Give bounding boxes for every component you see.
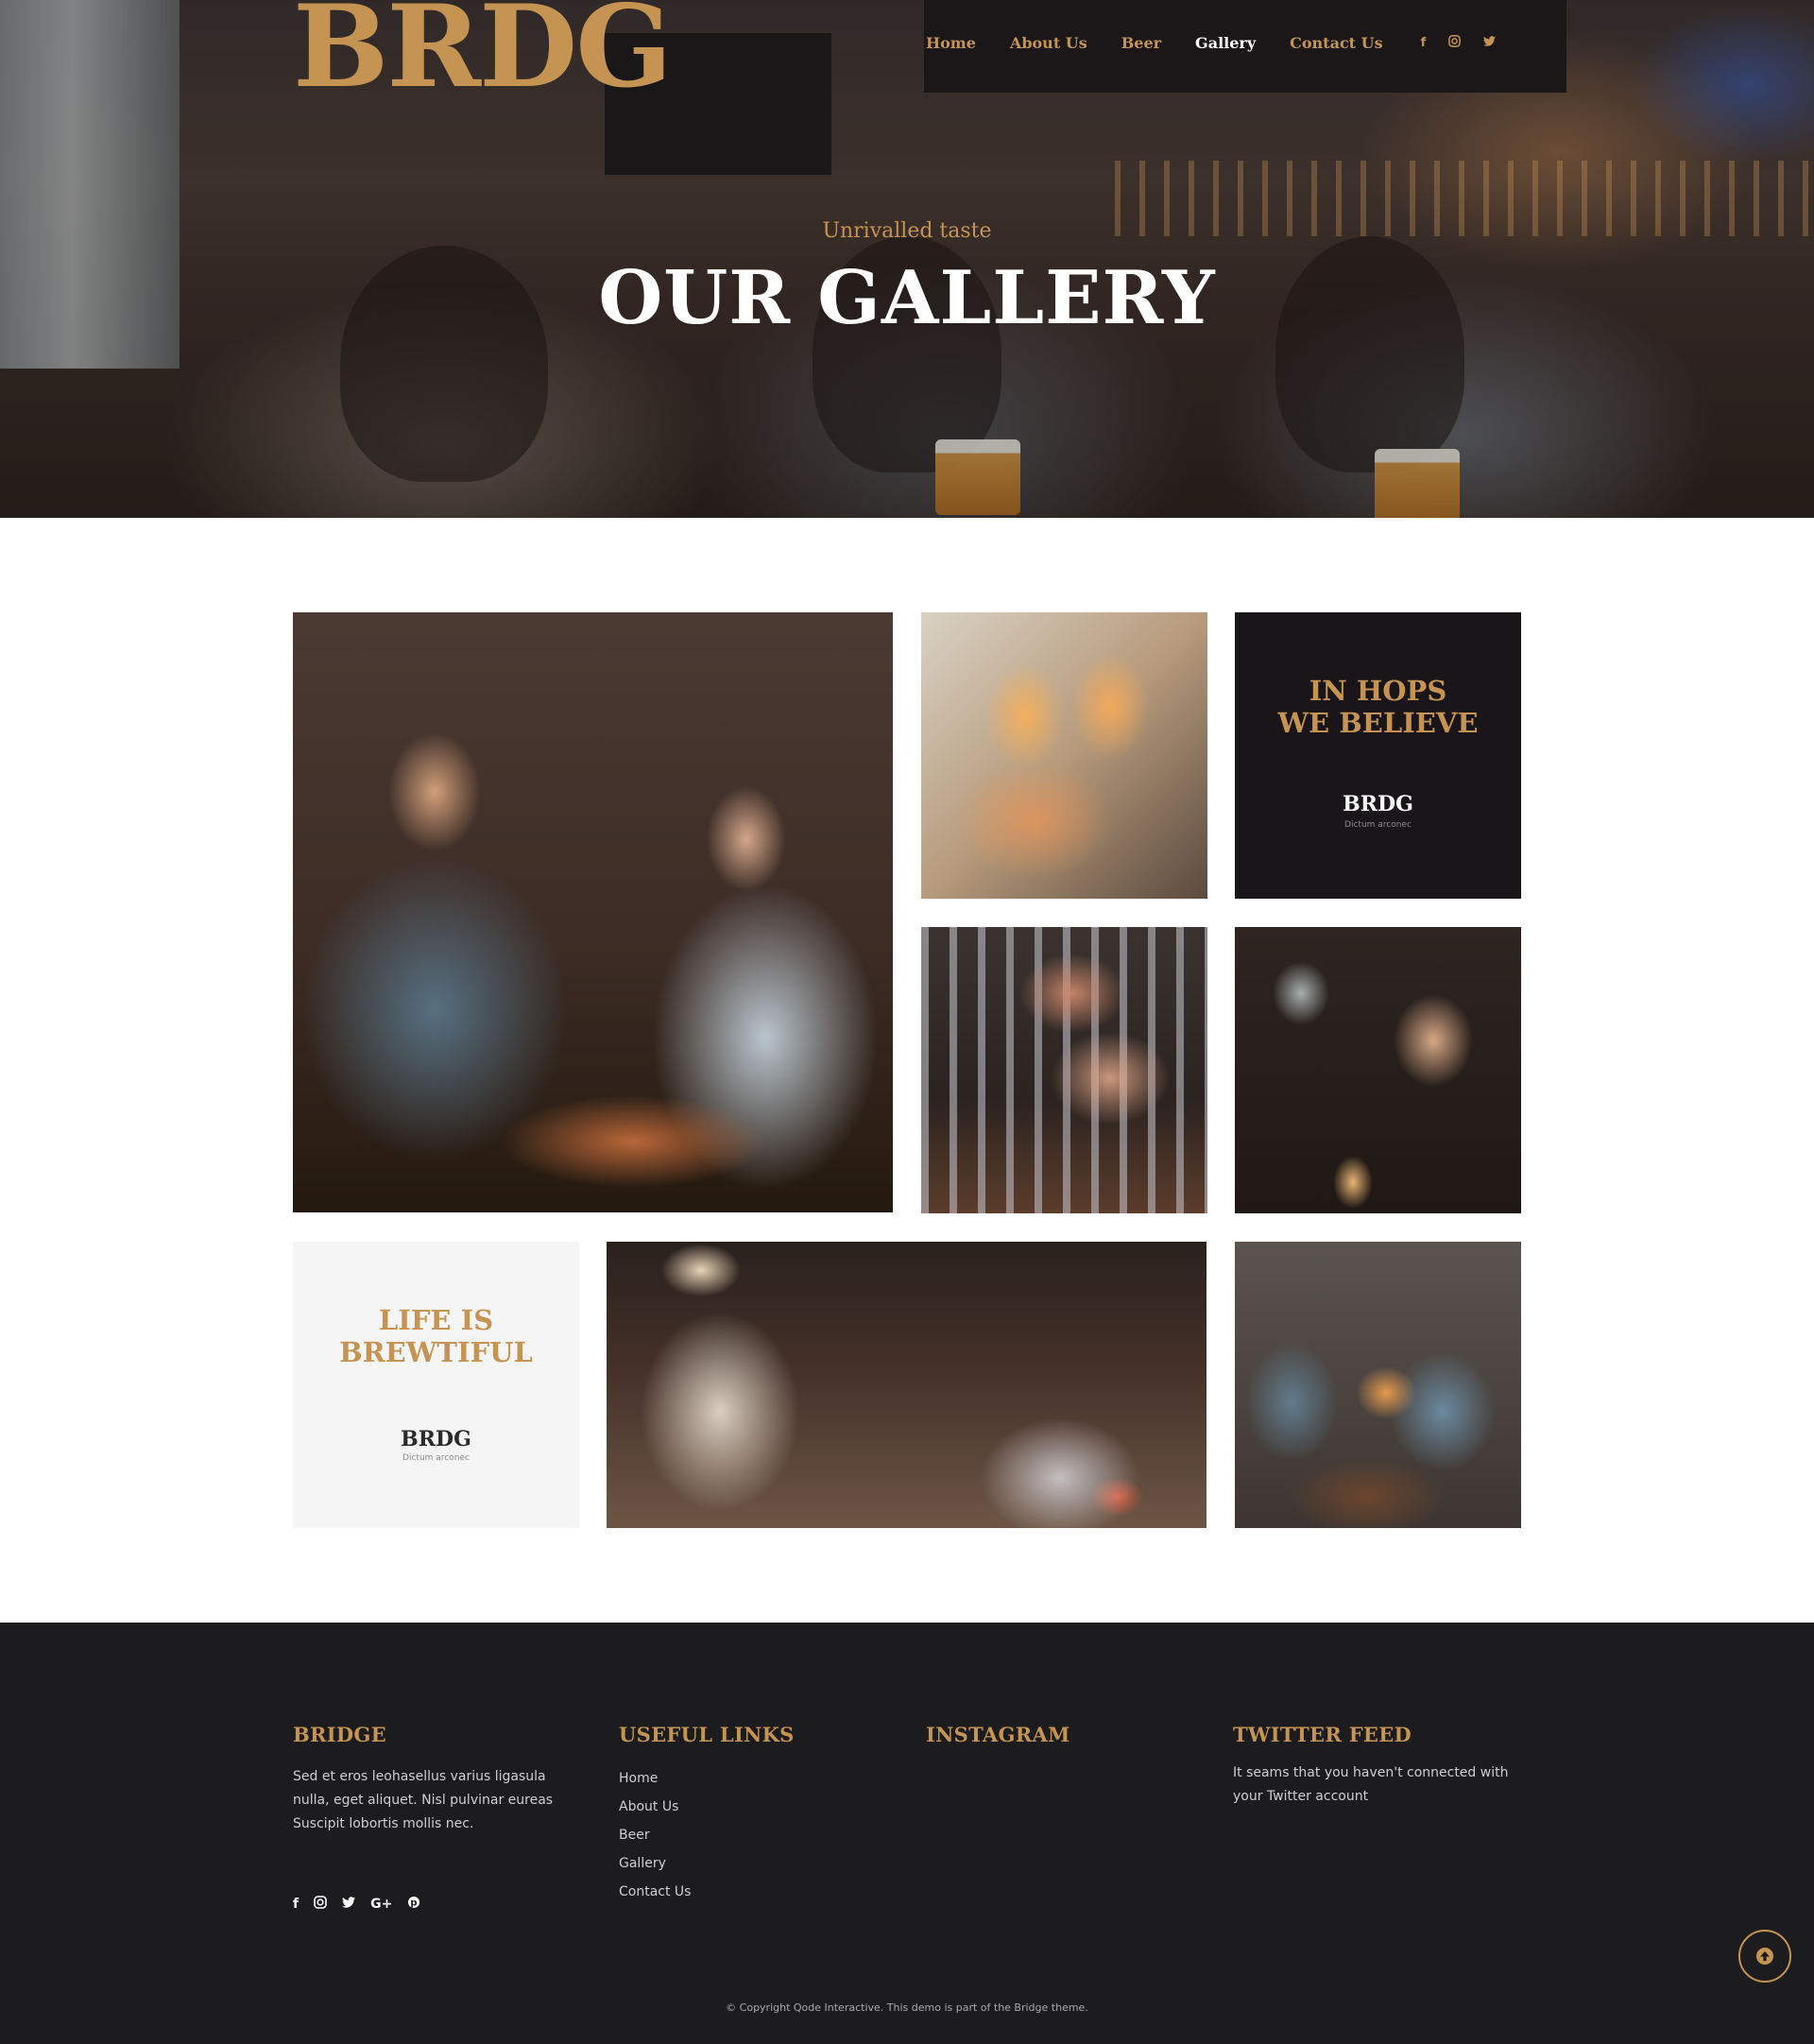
facebook-icon[interactable]: f (1421, 36, 1427, 50)
footer-heading: BRIDGE (293, 1723, 386, 1746)
site-footer (0, 1623, 1814, 2044)
nav-item-gallery[interactable]: Gallery (1195, 34, 1256, 52)
card-heading-line-2: BREWTIFUL (339, 1336, 533, 1368)
footer-social-links: f G+ p (293, 1896, 436, 1913)
copyright-text: © Copyright Qode Interactive. This demo … (726, 2001, 1088, 2014)
svg-text:p: p (411, 1898, 418, 1909)
footer-column-useful-links: USEFUL LINKS Home About Us Beer Gallery … (619, 1723, 864, 1906)
footer-link-about-us[interactable]: About Us (619, 1793, 864, 1821)
nav-item-home[interactable]: Home (926, 34, 976, 52)
main-nav: Home About Us Beer Gallery Contact Us f (926, 34, 1518, 52)
arrow-up-icon (1756, 1948, 1773, 1965)
gallery-card-life-is-brewtiful[interactable]: LIFE IS BREWTIFUL BRDG Dictum arconec (293, 1242, 579, 1528)
card-brand: BRDG (1343, 792, 1413, 816)
hero-subtitle: Unrivalled taste (822, 219, 992, 243)
card-heading-line-1: LIFE IS (378, 1304, 494, 1336)
facebook-icon[interactable]: f (293, 1897, 299, 1912)
footer-about-text: Sed et eros leohasellus varius ligasula … (293, 1769, 554, 1831)
gallery-card-in-hops[interactable]: IN HOPS WE BELIEVE BRDG Dictum arconec (1235, 612, 1521, 899)
card-heading-line-1: IN HOPS (1309, 675, 1447, 707)
footer-link-contact-us[interactable]: Contact Us (619, 1878, 864, 1906)
card-tagline: Dictum arconec (402, 1453, 470, 1463)
footer-link-home[interactable]: Home (619, 1764, 864, 1793)
footer-column-bridge: BRIDGE Sed et eros leohasellus varius li… (293, 1723, 576, 1836)
site-logo[interactable]: BRDG (293, 0, 671, 93)
footer-links-list: Home About Us Beer Gallery Contact Us (619, 1764, 864, 1906)
nav-item-contact-us[interactable]: Contact Us (1290, 34, 1382, 52)
header-social-links: f (1421, 35, 1519, 51)
footer-heading: USEFUL LINKS (619, 1723, 795, 1746)
gallery-photo-bartender[interactable] (1235, 927, 1521, 1213)
footer-link-gallery[interactable]: Gallery (619, 1849, 864, 1878)
twitter-icon[interactable] (342, 1897, 356, 1912)
card-brand: BRDG (401, 1427, 471, 1451)
footer-column-instagram: INSTAGRAM (926, 1723, 1190, 1746)
footer-heading: TWITTER FEED (1233, 1723, 1412, 1746)
card-heading-line-2: WE BELIEVE (1277, 707, 1479, 739)
instagram-icon[interactable] (314, 1896, 327, 1913)
google-plus-icon[interactable]: G+ (370, 1897, 392, 1912)
twitter-icon[interactable] (1483, 36, 1497, 50)
pinterest-icon[interactable]: p (407, 1896, 420, 1913)
back-to-top-button[interactable] (1738, 1930, 1791, 1983)
gallery-photo-beer-clink[interactable] (921, 612, 1207, 899)
footer-link-beer[interactable]: Beer (619, 1821, 864, 1849)
twitter-feed-text: It seams that you haven't connected with… (1233, 1765, 1509, 1804)
nav-item-about-us[interactable]: About Us (1010, 34, 1087, 52)
gallery-photo-couple-toasting[interactable] (293, 612, 893, 1212)
gallery-photo-bar-order[interactable] (607, 1242, 1206, 1528)
footer-column-twitter-feed: TWITTER FEED It seams that you haven't c… (1233, 1723, 1521, 1809)
card-tagline: Dictum arconec (1344, 820, 1412, 830)
instagram-icon[interactable] (1448, 35, 1462, 51)
footer-heading: INSTAGRAM (926, 1723, 1070, 1746)
page-title: OUR GALLERY (598, 255, 1216, 341)
gallery-photo-friends-cheers[interactable] (1235, 1242, 1521, 1528)
nav-item-beer[interactable]: Beer (1121, 34, 1161, 52)
gallery-photo-beer-tap[interactable] (921, 927, 1207, 1213)
